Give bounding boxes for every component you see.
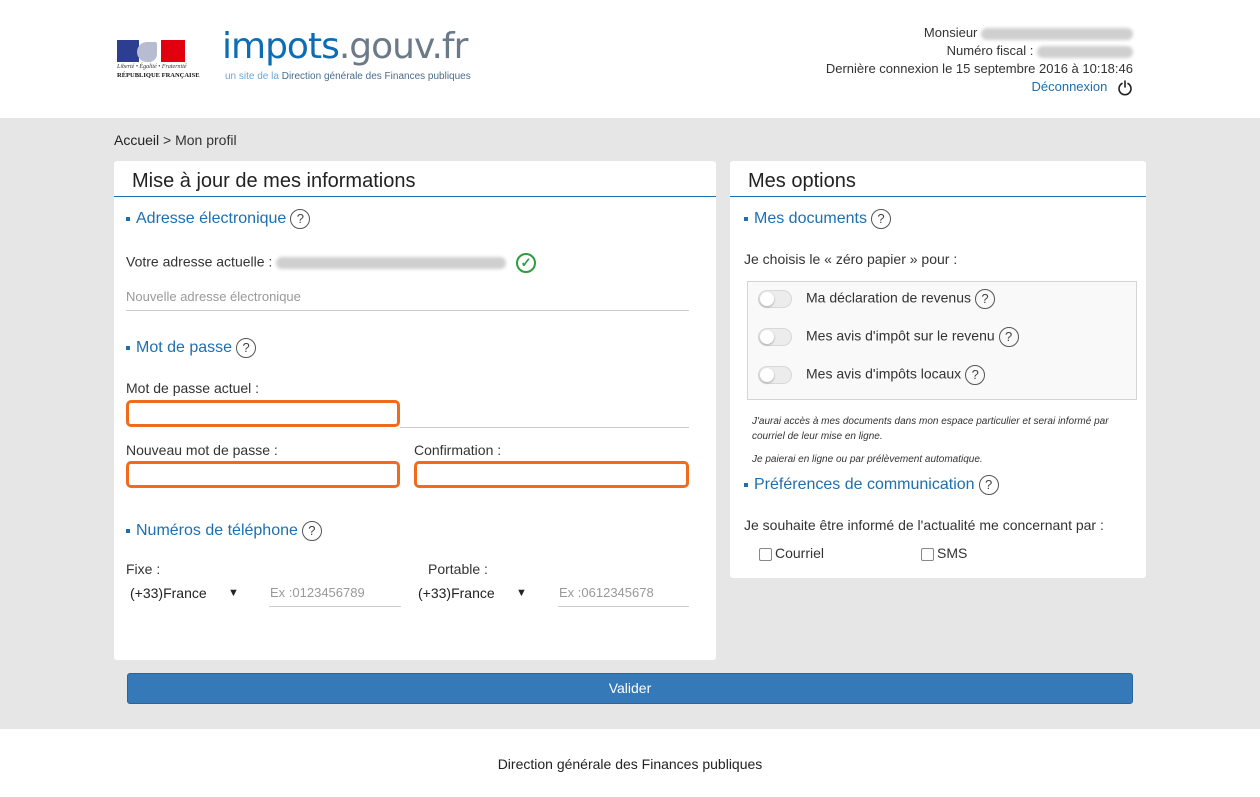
help-icon[interactable]: ? [290,209,311,229]
info-panel-title: Mise à jour de mes informations [114,161,716,197]
email-section-heading: Adresse électronique? [126,209,311,229]
email-section-label: Adresse électronique [136,210,287,228]
submit-button[interactable]: Valider [127,673,1133,704]
user-label: Monsieur [923,25,978,40]
logo-republic: RÉPUBLIQUE FRANÇAISE [117,72,200,79]
mobile-country-value: (+33)France [418,585,495,601]
toggle-label: Mes avis d'impôt sur le revenu [806,327,995,344]
marianne-logo[interactable]: Liberté • Égalité • Fraternité RÉPUBLIQU… [117,40,200,82]
help-icon[interactable]: ? [301,521,322,541]
fixed-country-select[interactable]: (+33)France ▼ [130,585,242,601]
toggle-label: Ma déclaration de revenus [806,289,971,306]
communication-text: Je souhaite être informé de l'actualité … [744,517,1104,533]
current-password-label: Mot de passe actuel : [126,380,260,396]
help-icon[interactable]: ? [236,338,257,358]
info-panel: Mise à jour de mes informations Adresse … [114,161,716,660]
current-email-redacted [276,257,507,269]
current-email-row: Votre adresse actuelle : ✓ [126,253,537,273]
current-password-input[interactable] [126,400,400,427]
site-brand[interactable]: impots.gouv.fr [222,26,469,67]
chevron-down-icon: ▼ [228,587,239,599]
new-email-input[interactable] [126,289,689,311]
mobile-phone-label: Portable : [428,561,488,577]
fixed-phone-label: Fixe : [126,561,161,577]
toggle-switch[interactable] [758,366,792,384]
site-footer: Direction générale des Finances publique… [0,729,1260,797]
email-checkbox-label: Courriel [775,545,825,561]
chevron-down-icon: ▼ [516,587,527,599]
current-email-label: Votre adresse actuelle : [126,253,273,270]
breadcrumb-home[interactable]: Accueil [114,132,159,148]
toggle-row-avis-revenu[interactable]: Mes avis d'impôt sur le revenu? [758,327,1019,351]
password-section-label: Mot de passe [136,339,233,357]
options-panel: Mes options Mes documents? Je choisis le… [730,161,1146,578]
fiscal-number-redacted [1037,45,1133,58]
check-circle-icon: ✓ [516,253,537,273]
options-panel-title: Mes options [730,161,1146,197]
fixed-country-value: (+33)France [130,585,207,601]
communication-section-heading: Préférences de communication? [744,475,999,495]
sms-checkbox-label: SMS [937,545,968,561]
brand-domain: .gouv.fr [338,26,469,67]
payment-note: Je paierai en ligne ou par prélèvement a… [752,454,983,465]
new-password-label: Nouveau mot de passe : [126,442,278,458]
confirm-password-input[interactable] [414,461,689,488]
toggle-switch[interactable] [758,290,792,308]
mobile-phone-input[interactable] [558,585,689,607]
toggle-row-avis-locaux[interactable]: Mes avis d'impôts locaux? [758,365,986,389]
documents-section-label: Mes documents [754,210,867,228]
help-icon[interactable]: ? [975,289,995,309]
phone-section-label: Numéros de téléphone [136,522,298,540]
email-checkbox-row[interactable]: Courriel [759,545,824,561]
zero-paper-text: Je choisis le « zéro papier » pour : [744,251,958,267]
brand-main: impots [222,26,340,67]
breadcrumb: Accueil > Mon profil [114,132,237,148]
email-checkbox[interactable] [759,547,772,561]
power-icon[interactable] [1117,79,1133,96]
fiscal-label: Numéro fiscal : [946,43,1034,58]
current-password-underline [400,427,689,428]
site-header: Liberté • Égalité • Fraternité RÉPUBLIQU… [0,0,1260,118]
communication-section-label: Préférences de communication [754,476,975,494]
toggle-switch[interactable] [758,328,792,346]
fixed-phone-input[interactable] [269,585,401,607]
user-info: Monsieur Numéro fiscal : Dernière connex… [826,24,1133,96]
sms-checkbox[interactable] [921,547,934,561]
toggle-label: Mes avis d'impôts locaux [806,365,962,382]
help-icon[interactable]: ? [998,327,1019,347]
last-login: Dernière connexion le 15 septembre 2016 … [825,61,1133,76]
site-tagline: un site de la Direction générale des Fin… [225,71,471,82]
user-name-redacted [981,27,1133,40]
main-content: Accueil > Mon profil Mise à jour de mes … [0,118,1260,729]
confirm-password-label: Confirmation : [414,442,502,458]
help-icon[interactable]: ? [965,365,986,385]
breadcrumb-current: Mon profil [175,132,237,148]
flag-icon [117,40,185,62]
tagline-main: Direction générale des Finances publique… [278,71,471,82]
sms-checkbox-row[interactable]: SMS [921,545,967,561]
documents-toggle-box: Ma déclaration de revenus? Mes avis d'im… [747,281,1137,400]
help-icon[interactable]: ? [870,209,891,229]
tagline-prefix: un site de la [225,71,279,82]
mobile-country-select[interactable]: (+33)France ▼ [418,585,530,601]
footer-text: Direction générale des Finances publique… [497,756,763,772]
toggle-row-declaration[interactable]: Ma déclaration de revenus? [758,289,995,313]
phone-section-heading: Numéros de téléphone? [126,521,322,541]
password-section-heading: Mot de passe? [126,338,257,358]
breadcrumb-separator: > [159,132,176,148]
logout-link[interactable]: Déconnexion [1031,79,1107,94]
logo-motto: Liberté • Égalité • Fraternité [117,64,187,70]
help-icon[interactable]: ? [978,475,999,495]
documents-note: J'aurai accès à mes documents dans mon e… [752,416,1109,442]
new-password-input[interactable] [126,461,400,488]
documents-section-heading: Mes documents? [744,209,891,229]
